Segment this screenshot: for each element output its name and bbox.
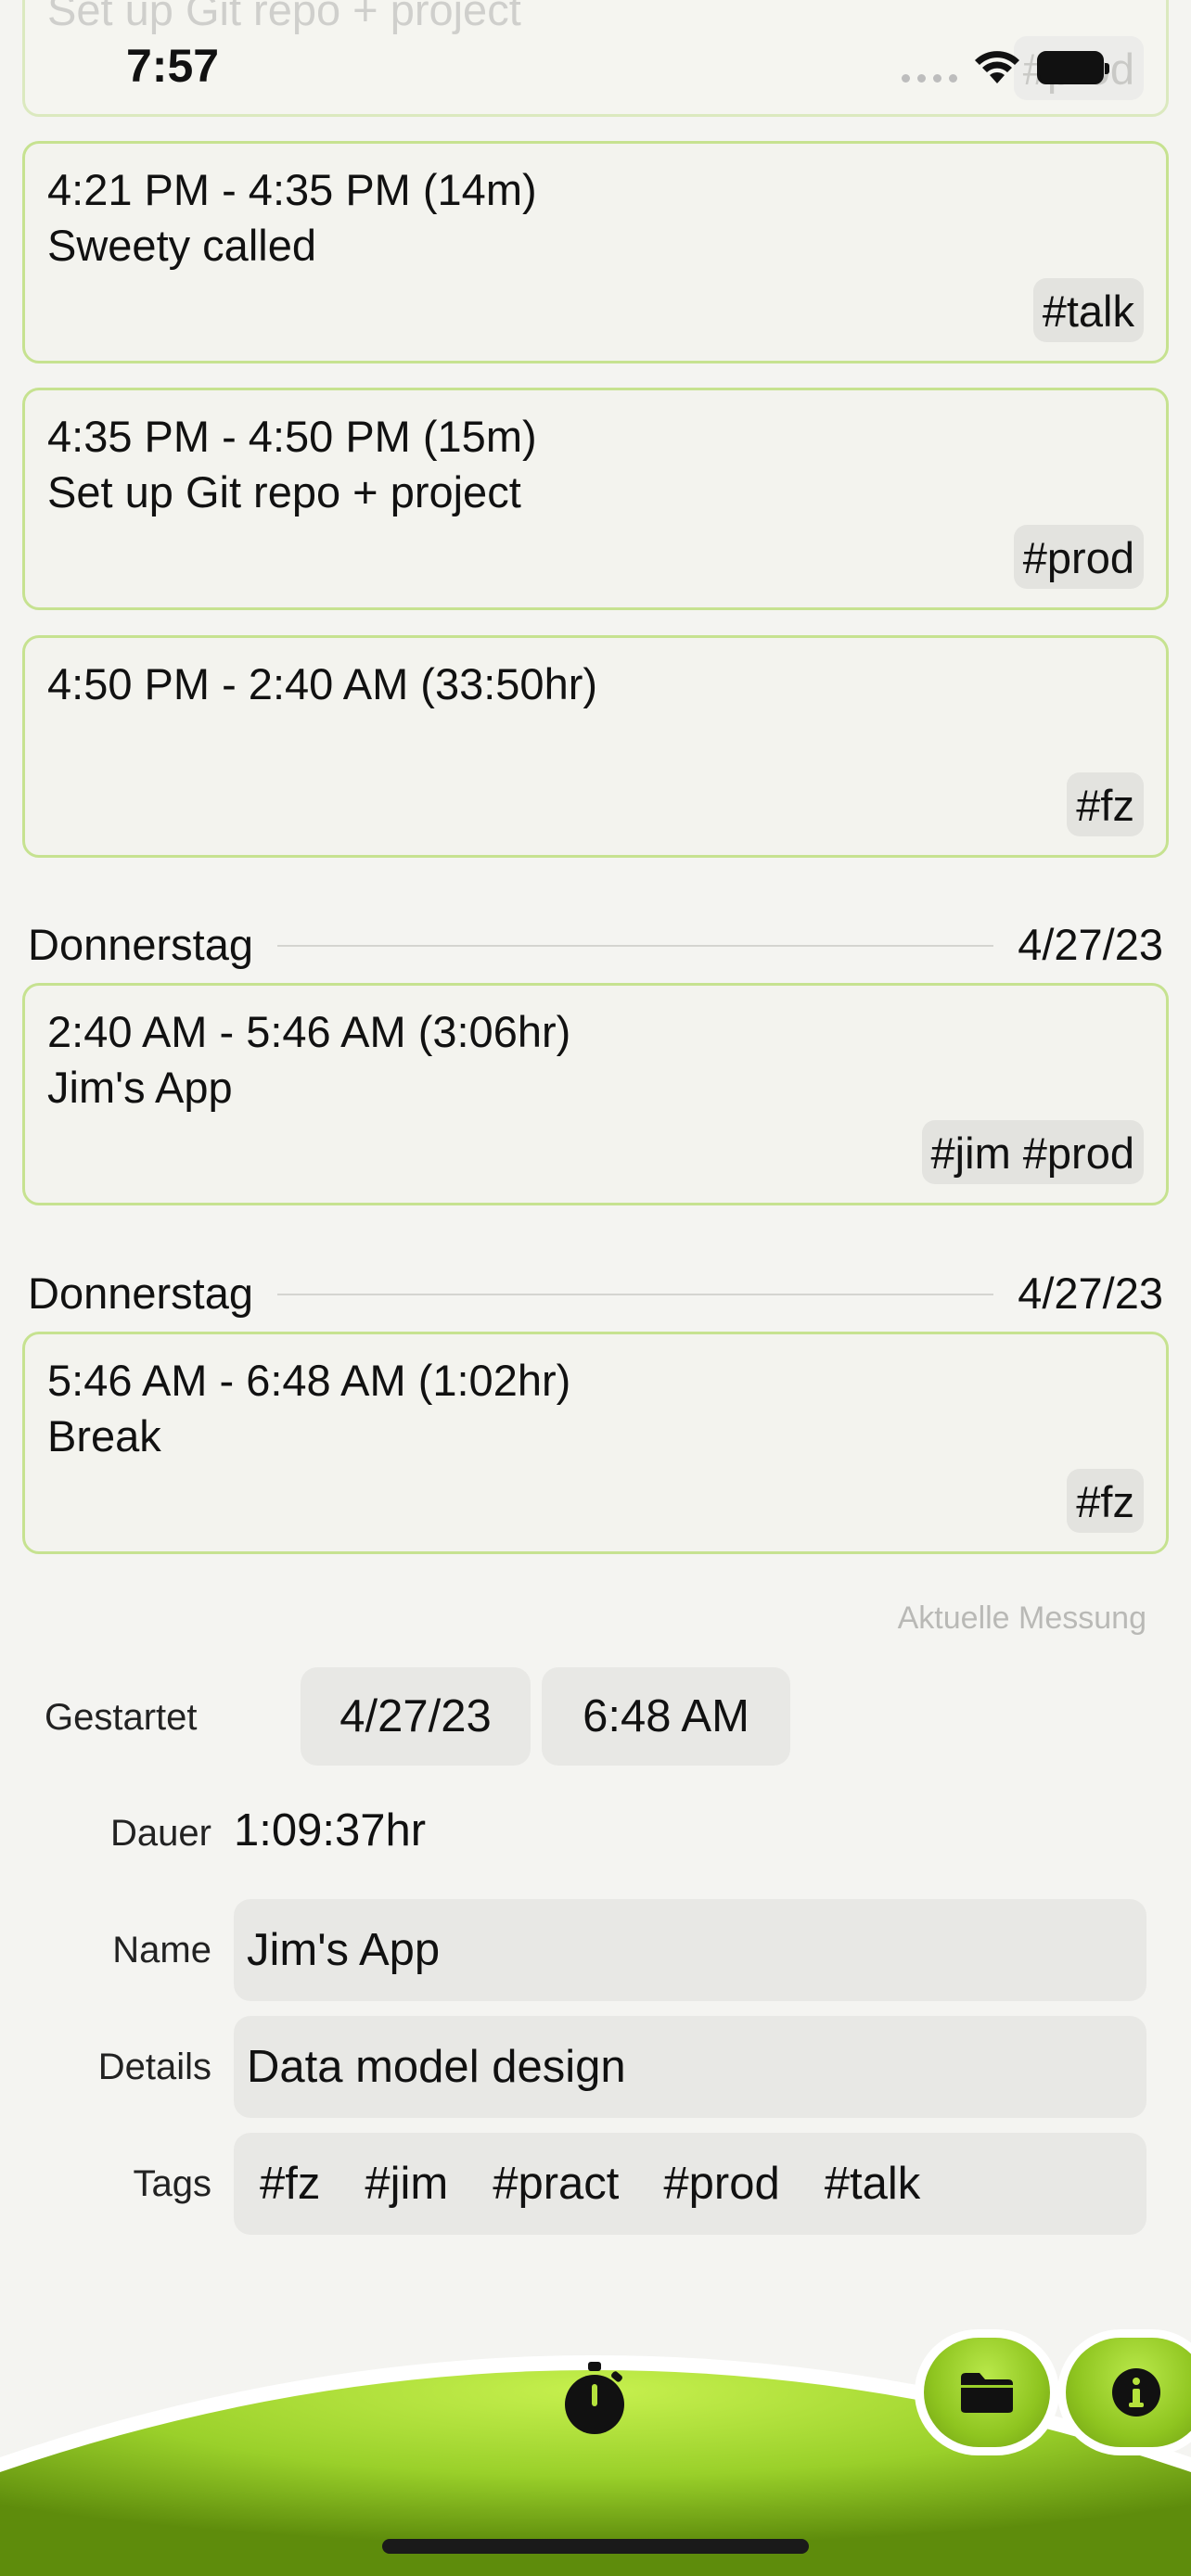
status-time: 7:57	[126, 40, 220, 92]
start-time-picker[interactable]: 6:48 AM	[542, 1667, 790, 1766]
entry-card[interactable]: 4:21 PM - 4:35 PM (14m) Sweety called #t…	[22, 141, 1169, 363]
day-separator: Donnerstag 4/27/23	[28, 916, 1163, 972]
screen: Set up Git repo + project #prod 7:57 4:2…	[0, 0, 1191, 2576]
entry-card[interactable]: 4:35 PM - 4:50 PM (15m) Set up Git repo …	[22, 388, 1169, 610]
entry-tags: #fz	[1067, 1469, 1144, 1533]
stopwatch-icon[interactable]	[560, 2360, 629, 2438]
day-name: Donnerstag	[28, 919, 253, 969]
home-indicator[interactable]	[382, 2539, 809, 2554]
entry-title: Sweety called	[47, 221, 316, 270]
duration-label: Dauer	[110, 1813, 211, 1854]
entry-time-range: 4:35 PM - 4:50 PM (15m)	[47, 412, 537, 461]
entry-title: Break	[47, 1411, 161, 1460]
entry-tags: #talk	[1032, 278, 1144, 342]
details-label: Details	[97, 2047, 211, 2087]
tag-chip[interactable]: #pract	[493, 2158, 619, 2210]
wifi-icon	[975, 51, 1019, 83]
day-date: 4/27/23	[1018, 919, 1163, 969]
started-label: Gestartet	[45, 1697, 198, 1738]
info-button[interactable]	[1057, 2329, 1191, 2455]
entry-card[interactable]: 4:50 PM - 2:40 AM (33:50hr) #fz	[22, 635, 1169, 858]
entry-card[interactable]: 2:40 AM - 5:46 AM (3:06hr) Jim's App #ji…	[22, 983, 1169, 1205]
tag-chip[interactable]: #prod	[663, 2158, 779, 2210]
entry-time-range: 4:21 PM - 4:35 PM (14m)	[47, 165, 537, 214]
section-label: Aktuelle Messung	[897, 1600, 1146, 1636]
folder-button[interactable]	[915, 2329, 1059, 2455]
entry-time-range: 2:40 AM - 5:46 AM (3:06hr)	[47, 1007, 571, 1056]
folder-icon	[961, 2373, 1013, 2413]
entry-tags: #fz	[1067, 772, 1144, 836]
tag-chip[interactable]: #talk	[825, 2158, 921, 2210]
name-field[interactable]: Jim's App	[234, 1899, 1146, 2001]
day-separator: Donnerstag 4/27/23	[28, 1265, 1163, 1320]
tags-field: #fz #jim #pract #prod #talk	[234, 2133, 1146, 2235]
divider-line	[277, 945, 994, 947]
entry-tags: #prod	[1013, 525, 1144, 589]
entry-time-range: 4:50 PM - 2:40 AM (33:50hr)	[47, 659, 598, 708]
battery-icon	[1037, 51, 1109, 84]
day-date: 4/27/23	[1018, 1268, 1163, 1318]
signal-icon	[902, 74, 957, 83]
entry-title: Set up Git repo + project	[47, 467, 521, 516]
info-icon	[1112, 2368, 1160, 2417]
tag-chip[interactable]: #jim	[365, 2158, 448, 2210]
divider-line	[277, 1294, 994, 1295]
entry-card[interactable]: 5:46 AM - 6:48 AM (1:02hr) Break #fz	[22, 1332, 1169, 1554]
tag-chip[interactable]: #fz	[260, 2158, 320, 2210]
start-date-picker[interactable]: 4/27/23	[301, 1667, 531, 1766]
tags-label: Tags	[133, 2163, 212, 2204]
entry-tags: #jim #prod	[921, 1120, 1144, 1184]
status-bar: 7:57	[0, 0, 1191, 130]
name-label: Name	[112, 1930, 211, 1970]
day-name: Donnerstag	[28, 1268, 253, 1318]
entry-title: Jim's App	[47, 1063, 233, 1112]
duration-value: 1:09:37hr	[234, 1805, 427, 1855]
details-field[interactable]: Data model design	[234, 2016, 1146, 2118]
entry-time-range: 5:46 AM - 6:48 AM (1:02hr)	[47, 1356, 571, 1405]
